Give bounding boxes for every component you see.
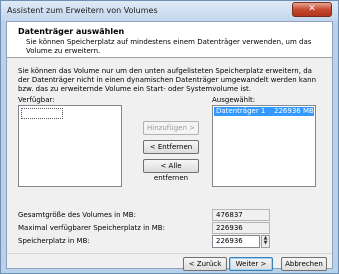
selected-label: Ausgewählt:	[212, 96, 256, 104]
page-subtitle: Sie können Speicherplatz auf mindestens …	[26, 38, 312, 55]
total-size-label: Gesamtgröße des Volumes in MB:	[18, 211, 136, 219]
close-icon: ✕	[308, 4, 316, 14]
space-input[interactable]: 226936	[212, 235, 260, 248]
space-label: Speicherplatz in MB:	[18, 237, 90, 245]
intro-text: Sie können das Volume nur um den unten a…	[18, 67, 317, 93]
page-title: Datenträger auswählen	[18, 27, 125, 36]
window-title: Assistent zum Erweitern von Volumes	[7, 6, 158, 15]
selected-listbox[interactable]: Datenträger 1 226936 MB	[212, 105, 316, 187]
list-item[interactable]: Datenträger 1 226936 MB	[214, 107, 314, 116]
back-button[interactable]: < Zurück	[183, 257, 227, 271]
remove-all-button[interactable]: < Alle entfernen	[143, 159, 199, 182]
close-button[interactable]: ✕	[292, 2, 332, 17]
add-button[interactable]: Hinzufügen >	[143, 121, 199, 135]
available-label: Verfügbar:	[18, 96, 55, 104]
remove-button[interactable]: < Entfernen	[143, 140, 199, 154]
available-listbox[interactable]	[18, 105, 122, 187]
max-space-value: 226936	[212, 222, 270, 234]
max-space-label: Maximal verfügbarer Speicherplatz in MB:	[18, 224, 165, 232]
wizard-header: Datenträger auswählen Sie können Speiche…	[7, 22, 332, 58]
spin-down-icon[interactable]: ▼	[262, 241, 269, 246]
cancel-button[interactable]: Abbrechen	[281, 257, 327, 271]
title-bar: Assistent zum Erweitern von Volumes ✕	[1, 1, 338, 21]
list-focus-indicator	[21, 108, 63, 119]
disk-size: 226936 MB	[274, 107, 314, 115]
wizard-client-area: Datenträger auswählen Sie können Speiche…	[6, 21, 333, 271]
next-button[interactable]: Weiter >	[229, 257, 273, 271]
space-stepper[interactable]: ▲ ▼	[261, 235, 270, 248]
disk-name: Datenträger 1	[216, 107, 266, 115]
wizard-window: Assistent zum Erweitern von Volumes ✕ Da…	[0, 0, 339, 274]
footer-divider	[7, 253, 332, 254]
total-size-value: 476837	[212, 209, 270, 221]
